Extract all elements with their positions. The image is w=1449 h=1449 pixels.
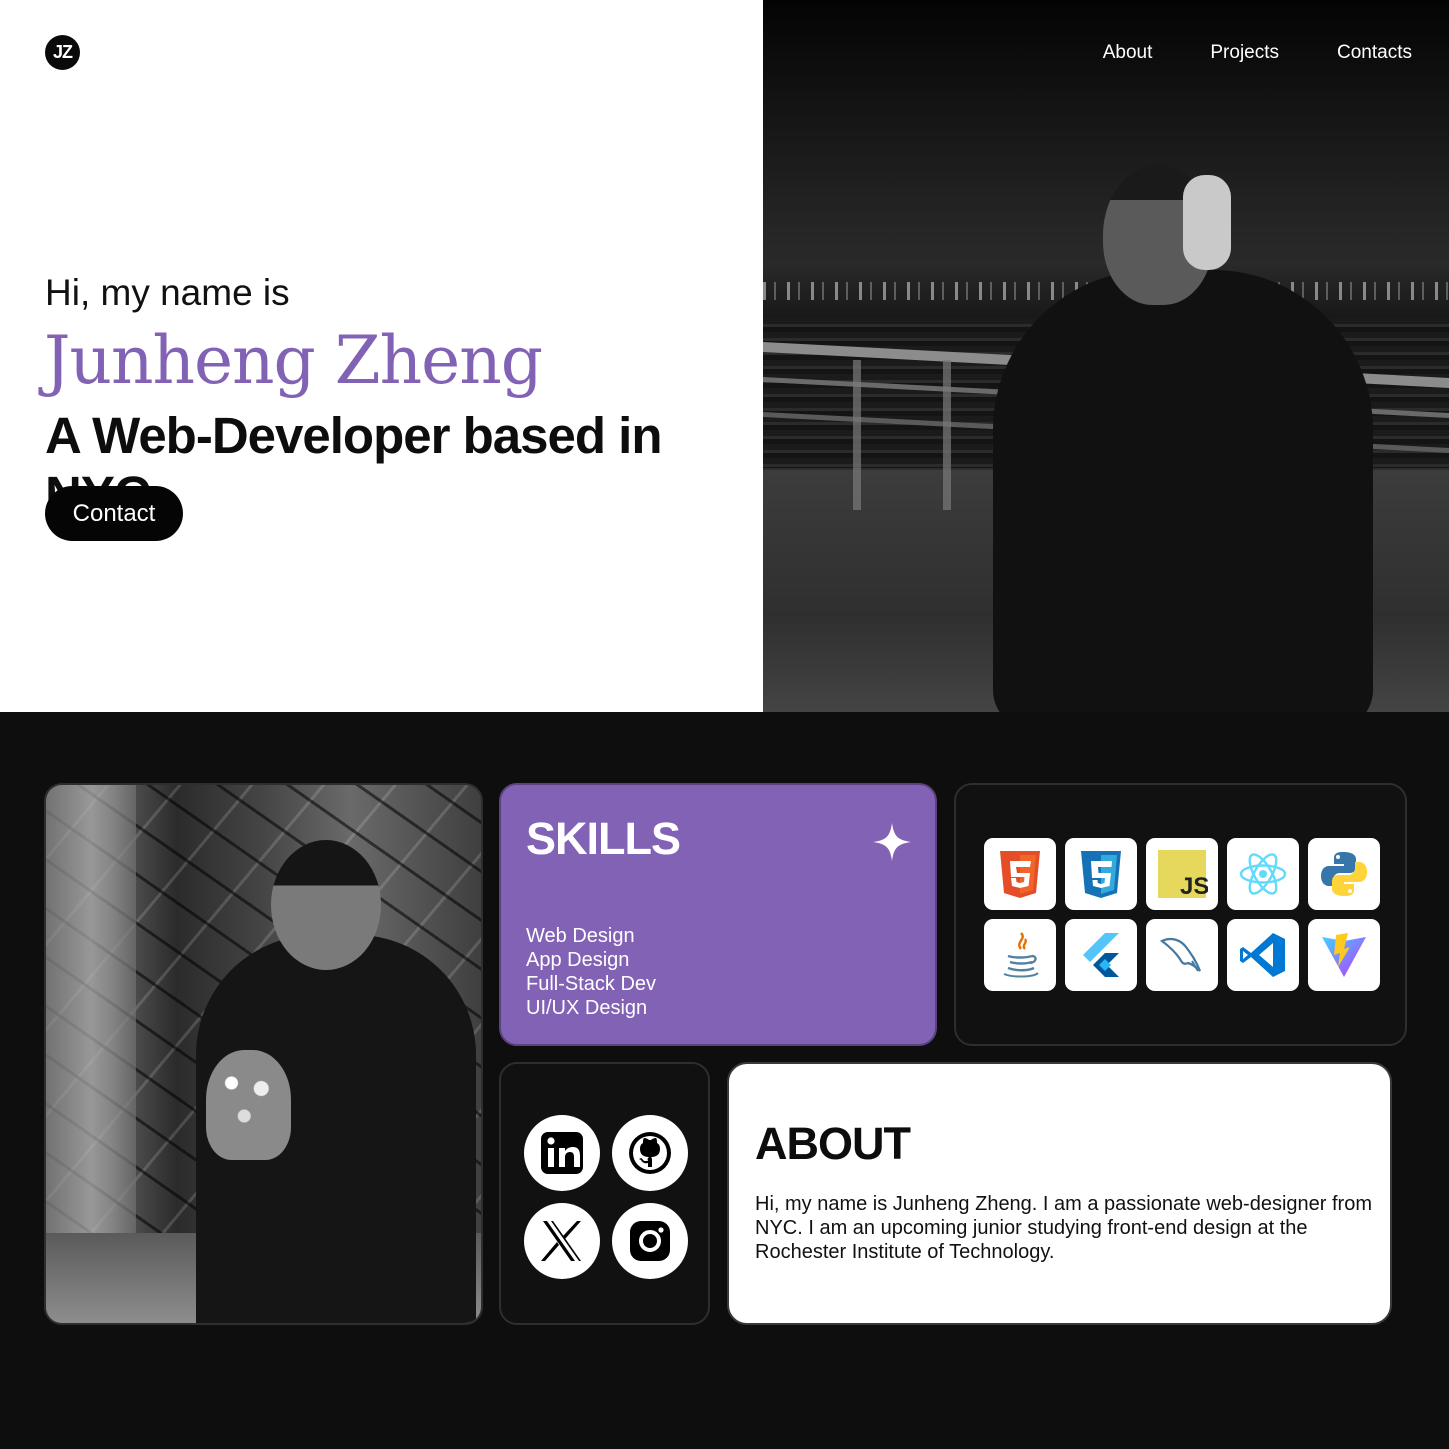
github-icon[interactable] xyxy=(612,1115,688,1191)
vscode-icon xyxy=(1227,919,1299,991)
logo[interactable]: JZ xyxy=(45,35,80,70)
nav-contacts[interactable]: Contacts xyxy=(1337,42,1412,64)
nav-projects[interactable]: Projects xyxy=(1210,42,1279,64)
flutter-icon xyxy=(1065,919,1137,991)
javascript-icon: JS xyxy=(1146,838,1218,910)
about-text: Hi, my name is Junheng Zheng. I am a pas… xyxy=(755,1193,1372,1263)
react-icon xyxy=(1227,838,1299,910)
portrait-photo-card xyxy=(44,783,483,1325)
skills-card: SKILLS Web Design App Design Full-Stack … xyxy=(499,783,937,1046)
skill-item: Full-Stack Dev xyxy=(526,973,657,995)
instagram-icon[interactable] xyxy=(612,1203,688,1279)
tech-grid: JS xyxy=(984,838,1380,991)
skill-item: UI/UX Design xyxy=(526,997,648,1019)
hero-photo xyxy=(763,0,1449,712)
x-icon[interactable] xyxy=(524,1203,600,1279)
skill-item: App Design xyxy=(526,949,630,971)
skill-item: Web Design xyxy=(526,925,635,947)
social-links-card xyxy=(499,1062,710,1325)
about-title: ABOUT xyxy=(755,1118,911,1169)
social-grid xyxy=(524,1115,688,1279)
about-card: ABOUT Hi, my name is Junheng Zheng. I am… xyxy=(727,1062,1392,1325)
hero-intro: JZ Hi, my name is Junheng Zheng A Web-De… xyxy=(0,0,763,712)
skills-title: SKILLS xyxy=(526,813,681,864)
svg-text:JS: JS xyxy=(1180,873,1208,900)
css3-icon xyxy=(1065,838,1137,910)
html5-icon xyxy=(984,838,1056,910)
sparkle-icon xyxy=(873,823,911,861)
tech-stack-card: JS xyxy=(954,783,1407,1046)
skills-list: Web Design App Design Full-Stack Dev UI/… xyxy=(526,924,656,1020)
java-icon xyxy=(984,919,1056,991)
vite-icon xyxy=(1308,919,1380,991)
hero-greeting: Hi, my name is xyxy=(45,272,290,313)
nav-about[interactable]: About xyxy=(1103,42,1153,64)
python-icon xyxy=(1308,838,1380,910)
mysql-icon xyxy=(1146,919,1218,991)
hero-section: JZ Hi, my name is Junheng Zheng A Web-De… xyxy=(0,0,1449,712)
main-nav: About Projects Contacts xyxy=(1103,42,1412,64)
contact-button[interactable]: Contact xyxy=(45,486,183,541)
hero-name: Junheng Zheng xyxy=(44,322,543,399)
headphones xyxy=(1183,175,1231,270)
linkedin-icon[interactable] xyxy=(524,1115,600,1191)
flower-bouquet xyxy=(206,1050,291,1160)
